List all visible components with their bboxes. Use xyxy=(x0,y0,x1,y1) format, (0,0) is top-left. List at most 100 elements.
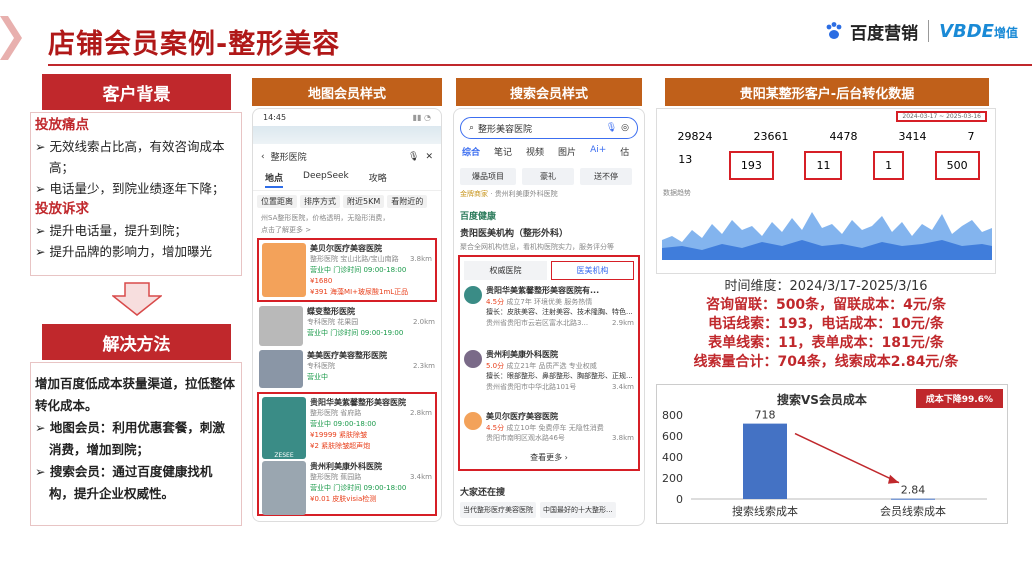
data-label: 718 xyxy=(755,409,776,422)
metric-form: 11 xyxy=(804,151,843,180)
tab-notes[interactable]: 笔记 xyxy=(494,145,512,158)
background-header: 客户背景 xyxy=(42,74,231,110)
chip[interactable]: 送不停 xyxy=(580,168,632,185)
y-tick-label: 200 xyxy=(662,472,683,485)
y-tick-label: 800 xyxy=(662,409,683,422)
stats-line: 电话线索：193，电话成本：10元/条 xyxy=(708,316,944,332)
listing-price: ¥391 海藻MI+玻尿酸1mL正品 xyxy=(310,288,409,296)
page-title: 店铺会员案例-整形美容 xyxy=(48,29,341,60)
org-item[interactable]: 贵州利美康外科医院 5.0分 成立21年 品质严选 专业权威 擅长：眼部整形、鼻部整… xyxy=(464,350,634,412)
map-listing-highlight[interactable]: 美贝尔医疗美容医院 整形医院 宝山北路/宝山南路 3.8km 营业中 门诊时间 0… xyxy=(257,238,437,302)
solution-panel: 增加百度低成本获量渠道，拉低整体转化成本。 ➢ 地图会员：利用优惠套餐，刺激消费… xyxy=(30,362,242,526)
org-item[interactable]: 贵阳华美紫馨整形美容医院有... 4.5分 成立7年 环境优美 服务热情 擅长：皮肤… xyxy=(464,286,634,350)
btn-medical-beauty[interactable]: 医美机构 xyxy=(551,261,634,280)
tab-guides[interactable]: 攻略 xyxy=(369,171,387,188)
cost-chart: 搜索VS会员成本 成本下降99.6% 0 200 400 600 800 718 搜索线索成… xyxy=(656,384,1008,524)
map-listing[interactable]: 蝶变整形医院 专科医院 花果园 2.0km 营业中 门诊时间 09:00-19:00 xyxy=(259,306,435,346)
search-icon: ⌕ xyxy=(469,123,475,133)
x-tick-label: 会员线索成本 xyxy=(880,504,946,518)
y-tick-label: 400 xyxy=(662,451,683,464)
bar xyxy=(891,498,935,500)
title-divider xyxy=(48,64,1032,66)
metric-consult: 500 xyxy=(934,151,980,180)
search-org-highlight[interactable]: 权威医院 医美机构 贵阳华美紫馨整形美容医院有... 4.5分 成立7年 环境优美… xyxy=(458,255,640,471)
section-title: 贵阳医美机构（整形外科） xyxy=(460,229,569,239)
solution-item: ➢ 搜索会员：通过百度健康找机构，提升企业权威性。 xyxy=(35,464,213,501)
solution-header: 解决方法 xyxy=(42,324,231,360)
chip[interactable]: 爆品项目 xyxy=(460,168,516,185)
listing-price: ¥1680 xyxy=(310,277,333,285)
search-bar[interactable]: ⌕ 整形美容医院 🎙 ◎ xyxy=(460,117,638,139)
stats-line: 线索量合计：704条，线索成本2.84元/条 xyxy=(693,354,959,370)
date-range[interactable]: 2024-03-17 ~ 2025-03-16 xyxy=(896,111,987,122)
stats-period: 时间维度：2024/3/17-2025/3/16 xyxy=(724,279,928,294)
tab-video[interactable]: 视频 xyxy=(526,145,544,158)
stats-line: 咨询留联：500条，留联成本：4元/条 xyxy=(705,297,947,313)
need-title: 投放诉求 xyxy=(35,201,89,217)
chip[interactable]: 豪礼 xyxy=(522,168,574,185)
back-icon[interactable]: ‹ xyxy=(261,152,265,162)
camera-icon[interactable]: ◎ xyxy=(621,123,629,133)
search-phone-screenshot: ⌕ 整形美容医院 🎙 ◎ 综合 笔记 视频 图片 Ai+ 估 爆品项目 豪礼 送不停 … xyxy=(453,108,645,526)
need-item: ➢ 提升品牌的影响力，增加曝光 xyxy=(35,244,212,259)
top-note: 州SA整形医院，价格透明，无隐形消费， xyxy=(261,214,390,222)
filter-chip[interactable]: 位置距离 xyxy=(257,195,297,208)
map-phone-screenshot: 14:45 ▮▮ ◔ ‹ 整形医院 🎙 ✕ 地点 DeepSeek 攻略 位置距离 排序… xyxy=(252,108,442,522)
filter-chip[interactable]: 排序方式 xyxy=(300,195,340,208)
baidu-logo-text: 百度营销 xyxy=(850,23,919,44)
trend-area-chart xyxy=(662,212,992,260)
related-query[interactable]: 当代整形医疗美容医院 xyxy=(460,502,536,518)
solution-header-label: 解决方法 xyxy=(102,334,171,355)
map-search-query: 整形医院 xyxy=(270,153,307,163)
backend-header: 贵阳某整形客户-后台转化数据 xyxy=(665,78,989,106)
y-tick-label: 600 xyxy=(662,430,683,443)
listing-status: 营业中 门诊时间 09:00-18:00 xyxy=(310,266,407,274)
trend-arrow-line xyxy=(794,432,900,484)
tab-places[interactable]: 地点 xyxy=(265,171,284,188)
x-tick-label: 搜索线索成本 xyxy=(732,504,798,518)
top-note-more[interactable]: 点击了解更多 > xyxy=(253,224,441,238)
see-more-link[interactable]: 查看更多 › xyxy=(464,452,634,463)
related-query[interactable]: 中国最好的十大整形... xyxy=(540,502,616,518)
trend-arrow-head xyxy=(888,474,899,484)
map-style-header: 地图会员样式 xyxy=(252,78,442,106)
map-search-bar[interactable]: ‹ 整形医院 🎙 ✕ xyxy=(253,144,441,169)
metric-other: 1 xyxy=(873,151,905,180)
background-header-label: 客户背景 xyxy=(102,84,171,105)
filter-chip[interactable]: 看附近的 xyxy=(387,195,428,208)
map-listing-highlight[interactable]: ZESEE 贵阳华美紫馨整形美容医院 整形医院 省府路 2.8km 营业中 09:00… xyxy=(257,392,437,516)
tab-all[interactable]: 综合 xyxy=(462,145,480,158)
background-panel: 投放痛点 ➢ 无效线索占比高，有效咨询成本高； ➢ 电话量少，到院业绩逐年下降；… xyxy=(30,112,242,276)
search-query: 整形美容医院 xyxy=(478,124,533,135)
tab-ai[interactable]: Ai+ xyxy=(590,145,606,158)
logos: 百度营销 VBDE增值 xyxy=(824,14,1018,48)
data-label: 2.84 xyxy=(901,484,926,497)
status-time: 14:45 xyxy=(263,113,287,122)
filter-chip[interactable]: 附近5KM xyxy=(343,195,385,208)
tab-more[interactable]: 估 xyxy=(620,145,629,158)
mic-icon[interactable]: 🎙 xyxy=(408,152,419,162)
solution-intro: 增加百度低成本获量渠道，拉低整体转化成本。 xyxy=(35,376,236,413)
bar xyxy=(743,423,787,499)
tab-deepseek[interactable]: DeepSeek xyxy=(303,171,349,188)
need-item: ➢ 提升电话量，提升到院； xyxy=(35,223,187,238)
pain-item: ➢ 无效线索占比高，有效咨询成本高； xyxy=(35,139,225,175)
map-listing[interactable]: 美美医疗美容整形医院 专科医院 2.3km 营业中 xyxy=(259,350,435,388)
down-arrow-icon xyxy=(112,282,162,316)
close-icon[interactable]: ✕ xyxy=(425,152,433,162)
listing-name: 美贝尔医疗美容医院 xyxy=(310,244,382,253)
y-tick-label: 0 xyxy=(676,493,683,506)
search-style-header: 搜索会员样式 xyxy=(456,78,642,106)
stats-line: 表单线索：11，表单成本：181元/条 xyxy=(708,335,944,351)
also-searched-title: 大家还在搜 xyxy=(460,488,506,498)
mic-icon[interactable]: 🎙 xyxy=(606,123,617,133)
vbde-logo: VBDE增值 xyxy=(939,20,1018,42)
health-logo: 百度健康 xyxy=(460,212,497,222)
btn-authority[interactable]: 权威医院 xyxy=(464,261,547,280)
decor-chevron xyxy=(0,16,22,60)
pain-title: 投放痛点 xyxy=(35,117,89,133)
org-item[interactable]: 美贝尔医疗美容医院 4.5分 成立10年 免费停车 无隐性消费 贵阳市南明区观水路4… xyxy=(464,412,634,452)
backend-screenshot: 2024-03-17 ~ 2025-03-16 29824 23661 4478 34… xyxy=(656,108,996,274)
baidu-paw-icon xyxy=(826,22,842,39)
tab-images[interactable]: 图片 xyxy=(558,145,576,158)
